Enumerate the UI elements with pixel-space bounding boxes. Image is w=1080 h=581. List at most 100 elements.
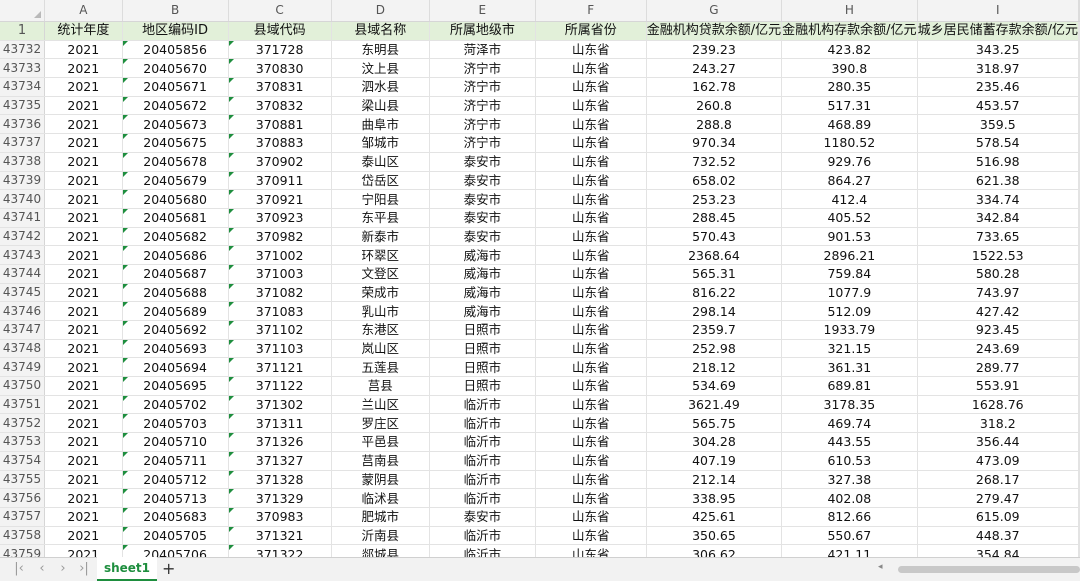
table-cell[interactable]: 405.52 <box>781 208 918 228</box>
table-cell[interactable]: 565.75 <box>646 413 783 434</box>
table-cell[interactable]: 乳山市 <box>331 301 430 321</box>
table-cell[interactable]: 梁山县 <box>331 96 430 116</box>
empty-cell[interactable] <box>1078 189 1080 209</box>
table-cell[interactable]: 370983 <box>228 507 332 527</box>
table-cell[interactable]: 298.14 <box>646 301 783 321</box>
table-cell[interactable]: 山东省 <box>535 339 647 359</box>
column-header-A[interactable]: A <box>44 0 123 22</box>
table-cell[interactable]: 288.45 <box>646 208 783 228</box>
table-cell[interactable]: 山东省 <box>535 208 647 228</box>
empty-cell[interactable] <box>1078 283 1080 303</box>
empty-cell[interactable] <box>1078 320 1080 340</box>
table-cell[interactable]: 2021 <box>44 152 123 172</box>
table-cell[interactable]: 宁阳县 <box>331 189 430 209</box>
table-cell[interactable]: 371311 <box>228 413 332 434</box>
table-cell[interactable]: 448.37 <box>917 526 1080 546</box>
table-cell[interactable]: 371321 <box>228 526 332 546</box>
prev-sheet-icon[interactable]: ‹ <box>35 561 49 576</box>
row-number[interactable]: 43738 <box>0 152 45 172</box>
table-cell[interactable]: 370921 <box>228 189 332 209</box>
table-cell[interactable]: 20405706 <box>122 544 229 557</box>
empty-cell[interactable] <box>1078 96 1080 116</box>
table-cell[interactable]: 578.54 <box>917 133 1080 153</box>
empty-cell[interactable] <box>1078 451 1080 471</box>
horizontal-scrollbar[interactable]: ◂ <box>872 562 1080 576</box>
spreadsheet-grid[interactable]: ABCDEFGHI 1 统计年度 地区编码ID 县域代码 县域名称 所属地级市 所属省份 金融… <box>0 0 1080 557</box>
table-cell[interactable]: 日照市 <box>429 339 536 359</box>
table-cell[interactable]: 20405711 <box>122 451 229 471</box>
table-cell[interactable]: 山东省 <box>535 301 647 321</box>
table-cell[interactable]: 山东省 <box>535 451 647 471</box>
table-cell[interactable]: 371003 <box>228 264 332 284</box>
table-cell[interactable]: 1180.52 <box>781 133 918 153</box>
table-cell[interactable]: 239.23 <box>646 40 783 60</box>
table-cell[interactable]: 371329 <box>228 488 332 508</box>
table-cell[interactable]: 山东省 <box>535 507 647 527</box>
table-cell[interactable]: 425.61 <box>646 507 783 527</box>
row-number[interactable]: 43751 <box>0 395 45 415</box>
table-cell[interactable]: 20405693 <box>122 339 229 359</box>
table-cell[interactable]: 20405672 <box>122 96 229 116</box>
table-cell[interactable]: 环翠区 <box>331 245 430 265</box>
table-cell[interactable]: 山东省 <box>535 171 647 191</box>
table-cell[interactable]: 20405856 <box>122 40 229 60</box>
table-cell[interactable]: 山东省 <box>535 133 647 153</box>
table-cell[interactable]: 327.38 <box>781 470 918 490</box>
empty-cell[interactable] <box>1078 432 1080 452</box>
table-cell[interactable]: 423.82 <box>781 40 918 60</box>
row-number[interactable]: 43736 <box>0 114 45 135</box>
table-cell[interactable]: 371102 <box>228 320 332 340</box>
next-sheet-icon[interactable]: › <box>56 561 70 576</box>
table-cell[interactable]: 732.52 <box>646 152 783 172</box>
last-sheet-icon[interactable]: ›| <box>77 561 91 576</box>
table-cell[interactable]: 2021 <box>44 114 123 135</box>
table-cell[interactable]: 288.8 <box>646 114 783 135</box>
table-cell[interactable]: 日照市 <box>429 357 536 378</box>
row-number[interactable]: 43749 <box>0 357 45 378</box>
table-cell[interactable]: 2021 <box>44 357 123 378</box>
row-number[interactable]: 43744 <box>0 264 45 284</box>
table-cell[interactable]: 2021 <box>44 227 123 247</box>
table-cell[interactable]: 371322 <box>228 544 332 557</box>
header-cell[interactable]: 所属省份 <box>535 21 647 41</box>
table-cell[interactable]: 2021 <box>44 264 123 284</box>
table-cell[interactable]: 山东省 <box>535 96 647 116</box>
empty-cell[interactable] <box>1078 152 1080 172</box>
table-cell[interactable]: 2021 <box>44 245 123 265</box>
table-cell[interactable]: 280.35 <box>781 77 918 97</box>
table-cell[interactable]: 2021 <box>44 301 123 321</box>
add-sheet-button[interactable]: + <box>162 559 175 578</box>
table-cell[interactable]: 2021 <box>44 544 123 557</box>
table-cell[interactable]: 318.97 <box>917 58 1080 79</box>
row-number[interactable]: 43756 <box>0 488 45 508</box>
table-cell[interactable]: 2021 <box>44 133 123 153</box>
table-cell[interactable]: 427.42 <box>917 301 1080 321</box>
table-cell[interactable]: 山东省 <box>535 58 647 79</box>
table-cell[interactable]: 1522.53 <box>917 245 1080 265</box>
table-cell[interactable]: 812.66 <box>781 507 918 527</box>
table-cell[interactable]: 516.98 <box>917 152 1080 172</box>
row-number[interactable]: 43753 <box>0 432 45 452</box>
scroll-left-icon[interactable]: ◂ <box>878 562 883 572</box>
table-cell[interactable]: 莒南县 <box>331 451 430 471</box>
header-cell[interactable]: 城乡居民储蓄存款余额/亿元 <box>917 21 1080 41</box>
row-number[interactable]: 43739 <box>0 171 45 191</box>
table-cell[interactable]: 553.91 <box>917 376 1080 396</box>
empty-cell[interactable] <box>1078 40 1080 60</box>
row-number[interactable]: 43757 <box>0 507 45 527</box>
row-number[interactable]: 43734 <box>0 77 45 97</box>
table-cell[interactable]: 山东省 <box>535 77 647 97</box>
table-cell[interactable]: 370923 <box>228 208 332 228</box>
table-cell[interactable]: 蒙阴县 <box>331 470 430 490</box>
table-cell[interactable]: 20405695 <box>122 376 229 396</box>
table-cell[interactable]: 469.74 <box>781 413 918 434</box>
table-cell[interactable]: 371327 <box>228 451 332 471</box>
table-cell[interactable]: 泰安市 <box>429 227 536 247</box>
table-cell[interactable]: 山东省 <box>535 320 647 340</box>
empty-cell[interactable] <box>1078 58 1080 79</box>
table-cell[interactable]: 临沂市 <box>429 470 536 490</box>
table-cell[interactable]: 371302 <box>228 395 332 415</box>
table-cell[interactable]: 2021 <box>44 451 123 471</box>
table-cell[interactable]: 威海市 <box>429 264 536 284</box>
table-cell[interactable]: 山东省 <box>535 283 647 303</box>
